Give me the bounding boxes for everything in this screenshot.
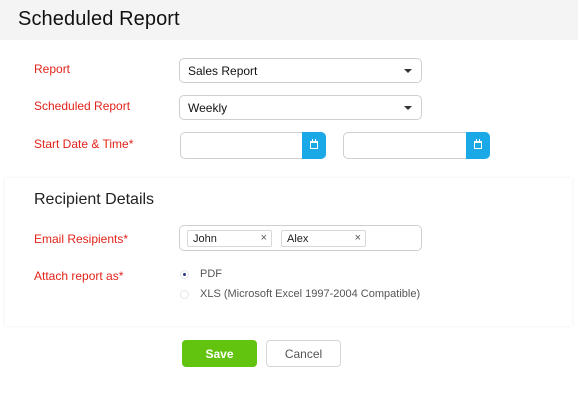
start-date-input[interactable]: [180, 132, 326, 159]
save-button[interactable]: Save: [182, 340, 257, 367]
email-recipients-input[interactable]: John × Alex ×: [179, 225, 422, 251]
radio-pdf[interactable]: [180, 270, 189, 279]
calendar-icon: [474, 139, 482, 149]
radio-pdf-label: PDF: [200, 268, 222, 280]
start-time-input[interactable]: [343, 132, 490, 159]
recipient-details-heading: Recipient Details: [34, 191, 155, 208]
schedule-select-value: Weekly: [188, 101, 228, 115]
page-title: Scheduled Report: [18, 8, 180, 30]
caret-down-icon: [404, 106, 412, 110]
radio-xls-label: XLS (Microsoft Excel 1997-2004 Compatibl…: [200, 288, 421, 300]
calendar-icon: [310, 139, 318, 149]
recipient-tag: John ×: [187, 230, 272, 247]
title-bar: Scheduled Report: [0, 0, 578, 40]
close-icon[interactable]: ×: [355, 232, 361, 244]
cancel-button[interactable]: Cancel: [266, 340, 341, 367]
email-recipients-label: Email Resipients*: [34, 232, 129, 246]
recipient-tag-name: Alex: [287, 233, 309, 245]
report-select-value: Sales Report: [188, 64, 258, 78]
recipient-tag: Alex ×: [281, 230, 366, 247]
caret-down-icon: [404, 69, 412, 73]
schedule-select[interactable]: Weekly: [179, 95, 422, 120]
start-datetime-label: Start Date & Time*: [34, 137, 134, 151]
radio-xls[interactable]: [180, 290, 189, 299]
report-select[interactable]: Sales Report: [179, 58, 422, 83]
report-label: Report: [34, 62, 71, 76]
time-picker-button[interactable]: [466, 132, 490, 159]
date-picker-button[interactable]: [302, 132, 326, 159]
schedule-label: Scheduled Report: [34, 99, 131, 113]
recipient-tag-name: John: [193, 233, 217, 245]
close-icon[interactable]: ×: [261, 232, 267, 244]
attach-report-label: Attach report as*: [34, 269, 124, 283]
